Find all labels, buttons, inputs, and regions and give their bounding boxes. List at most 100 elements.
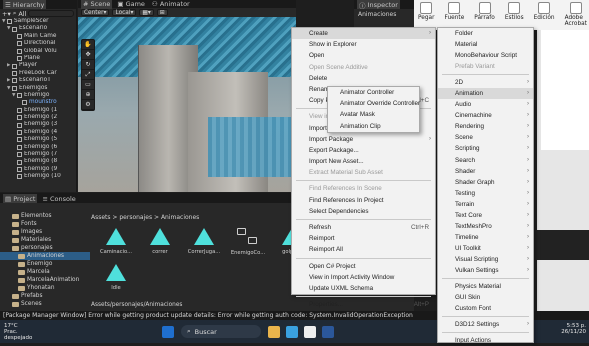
weather-widget[interactable]: 17°C Prac. despejado <box>4 323 44 341</box>
create-menu-item[interactable]: Scene › <box>438 132 533 143</box>
asset-item[interactable]: Idle <box>98 264 134 291</box>
create-menu-item[interactable]: Shader › <box>438 166 533 177</box>
hierarchy-search-input[interactable] <box>28 10 74 17</box>
project-folder-item[interactable]: Images <box>0 228 90 236</box>
font-button[interactable]: Fuente <box>444 2 464 28</box>
project-folder-item[interactable]: Scenes <box>0 300 90 308</box>
snap-increment-button[interactable]: ⊞ <box>156 9 168 16</box>
hierarchy-item[interactable]: Enemigo (8 <box>0 158 76 165</box>
context-menu-item[interactable]: Show in Explorer <box>292 39 435 50</box>
animation-menu-item[interactable]: Animator Controller <box>328 87 419 98</box>
context-menu-item[interactable]: Refresh Ctrl+R <box>292 222 435 233</box>
project-folder-item[interactable]: personajes <box>0 244 90 252</box>
context-menu-item[interactable]: Import New Asset... <box>292 156 435 167</box>
create-menu-item[interactable]: Material <box>438 39 533 50</box>
system-clock[interactable]: 5:53 p. 26/11/20 <box>561 323 586 335</box>
project-breadcrumb[interactable]: Assets > personajes > Animaciones <box>91 214 199 221</box>
asset-item[interactable]: EnemigoCo... <box>230 228 266 256</box>
create-menu-item[interactable]: UI Toolkit › <box>438 243 533 254</box>
hand-tool-icon[interactable]: ✋ <box>82 40 94 50</box>
hierarchy-item[interactable]: Enemigo (6 <box>0 144 76 151</box>
rect-tool-icon[interactable]: ▭ <box>82 80 94 90</box>
create-menu-item[interactable]: Folder <box>438 28 533 39</box>
context-menu-item[interactable]: Find References In Project <box>292 195 435 206</box>
create-menu-item[interactable]: Animation › <box>438 88 533 100</box>
hierarchy-item[interactable]: FreeLook Car <box>0 70 76 77</box>
hierarchy-item[interactable]: Enemigo (9 <box>0 166 76 173</box>
pivot-space-dropdown[interactable]: Local ▾ <box>112 9 137 16</box>
create-menu-item[interactable]: GUI Skin <box>438 292 533 303</box>
project-folder-item[interactable]: Yhonatan <box>0 284 90 292</box>
context-menu-item[interactable]: Reimport <box>292 233 435 244</box>
create-menu-item[interactable]: Custom Font <box>438 303 533 314</box>
hierarchy-item[interactable]: Enemigo (3 <box>0 121 76 128</box>
tab-inspector[interactable]: ⓘ Inspector <box>357 0 400 10</box>
animation-menu-item[interactable]: Animation Clip <box>328 121 419 132</box>
rotate-tool-icon[interactable]: ↻ <box>82 60 94 70</box>
acrobat-button[interactable]: Adobe Acrobat <box>565 2 587 28</box>
asset-item[interactable]: Caminacio... <box>98 228 134 256</box>
create-menu-item[interactable]: Text Core › <box>438 210 533 221</box>
create-menu-item[interactable]: Vulkan Settings › <box>438 265 533 276</box>
scale-tool-icon[interactable]: ⤢ <box>82 70 94 80</box>
edge-icon[interactable] <box>286 325 298 338</box>
asset-item[interactable]: CorrerJuga... <box>186 228 222 256</box>
create-menu-item[interactable]: 2D › <box>438 77 533 88</box>
context-menu-item[interactable]: Select Dependencies <box>292 206 435 217</box>
context-menu-item[interactable]: Create › <box>292 28 435 40</box>
project-folder-item[interactable]: MarcelaAnimation <box>0 276 90 284</box>
create-menu-item[interactable]: Terrain › <box>438 199 533 210</box>
create-menu-item[interactable]: Input Actions <box>438 335 533 346</box>
context-menu-item[interactable]: Reimport All <box>292 244 435 255</box>
animation-menu-item[interactable]: Avatar Mask <box>328 109 419 120</box>
move-tool-icon[interactable]: ✥ <box>82 50 94 60</box>
create-menu-item[interactable]: Shader Graph › <box>438 177 533 188</box>
word-icon[interactable] <box>322 325 334 338</box>
context-menu-item[interactable]: View in Import Activity Window <box>292 272 435 283</box>
tab-project[interactable]: ▤ Project <box>3 194 38 203</box>
styles-button[interactable]: Estilos <box>505 2 524 28</box>
tab-game[interactable]: ▣ Game <box>115 0 147 9</box>
hierarchy-item[interactable]: Enemigo (1 <box>0 107 76 114</box>
project-folder-item[interactable]: Prefabs <box>0 292 90 300</box>
create-menu-item[interactable]: Audio › <box>438 99 533 110</box>
paragraph-button[interactable]: Párrafo <box>474 2 495 28</box>
editing-button[interactable]: Edición <box>534 2 555 28</box>
grid-snap-button[interactable]: ▦▾ <box>139 9 154 16</box>
hierarchy-item[interactable]: ▶ EscenarioT <box>0 77 76 84</box>
transform-tool-icon[interactable]: ⊕ <box>82 90 94 100</box>
project-folder-item[interactable]: Animaciones <box>0 252 90 260</box>
tab-console[interactable]: ≡ Console <box>40 194 77 203</box>
context-menu-item[interactable]: Open <box>292 50 435 61</box>
context-menu-item[interactable]: Properties... Alt+P <box>292 299 435 310</box>
create-menu-item[interactable]: TextMeshPro › <box>438 221 533 232</box>
hierarchy-item[interactable]: Enemigo (4 <box>0 129 76 136</box>
file-explorer-icon[interactable] <box>268 325 280 338</box>
create-menu-item[interactable]: Search › <box>438 155 533 166</box>
unity-icon[interactable] <box>304 325 316 338</box>
hierarchy-item[interactable]: Directional <box>0 40 76 47</box>
animation-menu-item[interactable]: Animator Override Controller <box>328 98 420 109</box>
context-menu-item[interactable]: Delete <box>292 73 435 84</box>
create-menu-item[interactable]: Rendering › <box>438 121 533 132</box>
create-menu-item[interactable]: Cinemachine › <box>438 110 533 121</box>
project-folder-item[interactable]: Marcela <box>0 268 90 276</box>
tab-animator[interactable]: ⚇ Animator <box>150 0 192 9</box>
scene-viewport[interactable]: ✋ ✥ ↻ ⤢ ▭ ⊕ ⚙ ✥ ▦ ☀ ◐ ◎ ⌕ ✚ ▢ ✦ ◉ <box>78 17 296 192</box>
create-menu-item[interactable]: Scripting › <box>438 143 533 154</box>
hierarchy-item[interactable]: Enemigo (7 <box>0 151 76 158</box>
project-folder-item[interactable]: Elementos <box>0 212 90 220</box>
asset-item[interactable]: correr <box>142 228 178 256</box>
hierarchy-item[interactable]: ▶ Player <box>0 62 76 69</box>
hierarchy-item[interactable]: mounstro <box>0 99 76 106</box>
hierarchy-item[interactable]: ▼ Enemigos <box>0 85 76 92</box>
windows-start-icon[interactable] <box>162 325 174 338</box>
create-menu-item[interactable]: Timeline › <box>438 232 533 243</box>
taskbar-search[interactable]: ⌕ Buscar <box>181 325 261 338</box>
create-menu-item[interactable]: MonoBehaviour Script <box>438 50 533 61</box>
hierarchy-item[interactable]: Global Volu <box>0 48 76 55</box>
pivot-mode-dropdown[interactable]: Center ▾ <box>81 9 110 16</box>
context-menu-item[interactable]: Open C# Project <box>292 261 435 272</box>
add-icon[interactable]: +▾ <box>2 10 11 18</box>
hierarchy-item[interactable]: Plane <box>0 55 76 62</box>
